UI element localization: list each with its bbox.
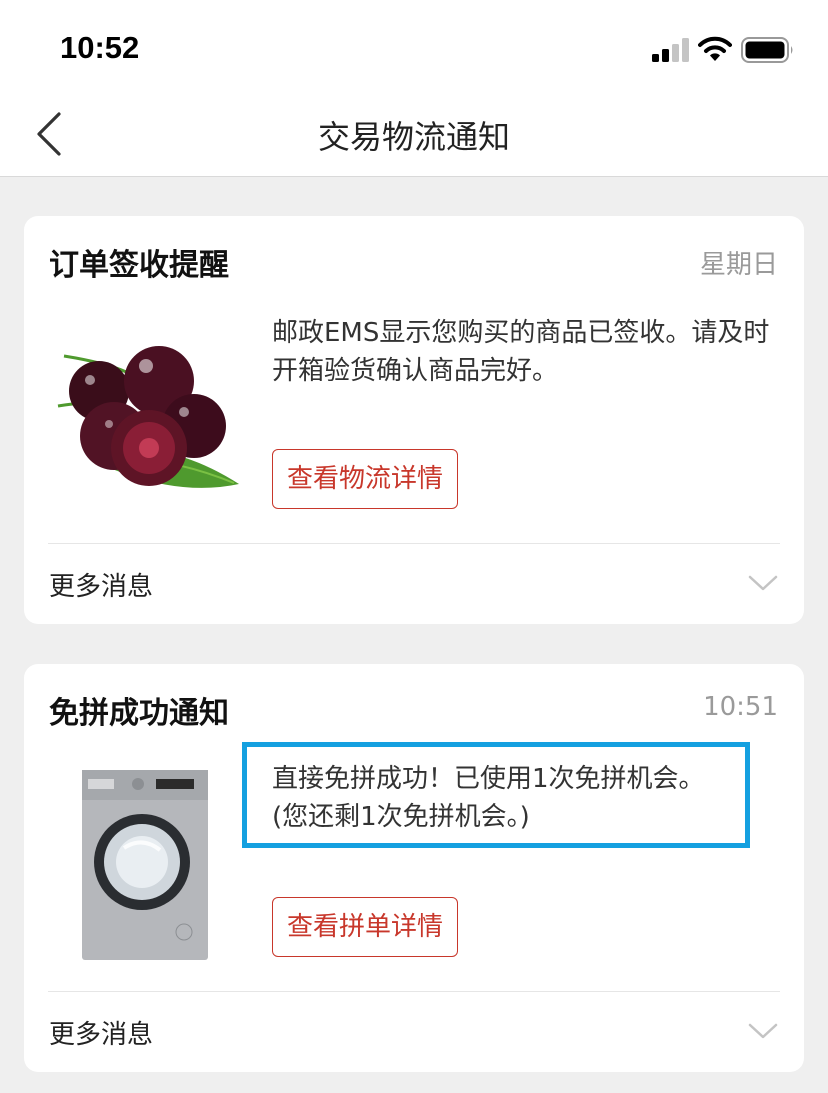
card-message-line1: 直接免拼成功！已使用1次免拼机会。: [272, 764, 705, 794]
card-title: 免拼成功通知: [49, 696, 229, 731]
card-message-line2: (您还剩1次免拼机会。): [272, 802, 530, 832]
signal-icon: [652, 38, 689, 62]
more-messages-label: 更多消息: [49, 1020, 154, 1050]
washing-machine-image[interactable]: [74, 764, 214, 964]
more-messages-row[interactable]: 更多消息: [24, 544, 804, 624]
card-timestamp: 星期日: [699, 250, 778, 280]
view-group-order-button[interactable]: 查看拼单详情: [272, 897, 459, 957]
card-title: 订单签收提醒: [49, 248, 229, 283]
notification-card-order-received: 订单签收提醒 星期日 邮政EMS显示您购买的商品已签收。请及时开箱验货确认商品完…: [24, 216, 804, 624]
chevron-down-icon: [748, 575, 778, 591]
page-title: 交易物流通知: [317, 118, 510, 156]
card-message: 邮政EMS显示您购买的商品已签收。请及时开箱验货确认商品完好。: [272, 318, 770, 386]
wifi-icon: [698, 36, 732, 61]
cherries-image[interactable]: [54, 336, 244, 506]
card-timestamp: 10:51: [703, 692, 778, 722]
more-messages-row[interactable]: 更多消息: [24, 992, 804, 1072]
more-messages-label: 更多消息: [49, 572, 154, 602]
notification-card-group-success: 免拼成功通知 10:51 直接免拼成功！已使用1次免拼机会。 (您还剩1次免拼机…: [24, 664, 804, 1072]
view-logistics-button[interactable]: 查看物流详情: [272, 449, 459, 509]
nav-bar: 交易物流通知: [0, 96, 828, 177]
chevron-down-icon: [748, 1023, 778, 1039]
card-message: 直接免拼成功！已使用1次免拼机会。 (您还剩1次免拼机会。): [272, 760, 772, 836]
status-time: 10:52: [60, 30, 140, 65]
battery-icon: [741, 37, 793, 63]
status-bar: 10:52: [0, 0, 828, 96]
